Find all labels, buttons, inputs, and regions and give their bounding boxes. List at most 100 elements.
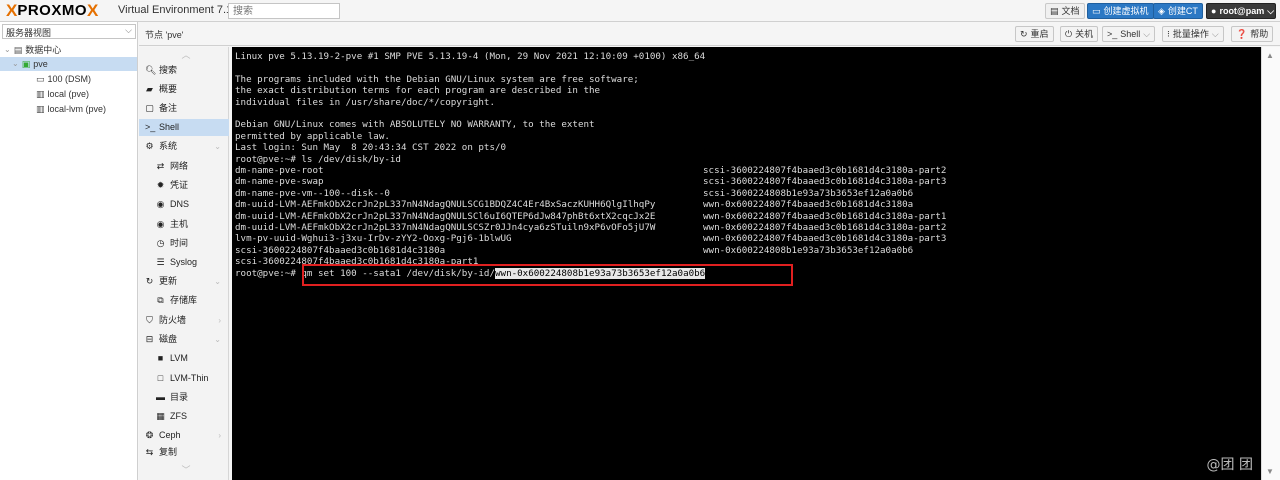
menu-item-replication[interactable]: ⇆ 复制 — [139, 446, 229, 458]
disk-listing-item: dm-uuid-LVM-AEFmkObX2crJn2pL337nN4NdagQN… — [235, 199, 656, 211]
menu-item-search[interactable]: 🔍︎ 搜索 — [139, 62, 229, 79]
shell-button[interactable]: >_ Shell ⌵ — [1102, 26, 1156, 42]
reboot-button[interactable]: ↻ 重启 — [1015, 26, 1054, 42]
menu-item-summary[interactable]: ▰ 概要 — [139, 81, 229, 98]
menu-item-time[interactable]: ◷ 时间 — [139, 235, 229, 252]
book-icon: ▰ — [146, 84, 153, 94]
disk-listing-item: scsi-3600224807f4baaed3c0b1681d4c3180a — [235, 244, 446, 256]
exchange-icon: ⇄ — [156, 161, 165, 171]
menu-item-disks[interactable]: ⊟ 磁盘 ⌄ — [139, 331, 229, 348]
note-icon: ▢ — [145, 103, 154, 113]
create-vm-button[interactable]: ▭ 创建虚拟机 — [1087, 3, 1154, 19]
proxmox-logo: X PROXMO X — [6, 1, 99, 20]
view-selector[interactable]: 服务器视图 ⌵ — [2, 24, 136, 39]
power-icon: ⏻ — [1065, 29, 1073, 39]
menu-item-syslog[interactable]: ☰ Syslog — [139, 254, 229, 271]
tree-item-storage-local-lvm[interactable]: ▥ local-lvm (pve) — [36, 102, 136, 116]
square-outline-icon: □ — [157, 373, 164, 383]
refresh-icon: ↻ — [145, 276, 154, 286]
create-ct-button[interactable]: ◈ 创建CT — [1153, 3, 1203, 19]
menu-item-ceph[interactable]: ❂ Ceph › — [139, 427, 229, 444]
chevron-down-icon: ⌵ — [125, 25, 132, 35]
menu-item-shell[interactable]: >_ Shell — [139, 119, 229, 136]
terminal-icon: >_ — [1107, 29, 1118, 39]
monitor-icon: ▭ — [1092, 6, 1101, 16]
shell-terminal[interactable]: Linux pve 5.13.19-2-pve #1 SMP PVE 5.13.… — [232, 47, 1261, 480]
certificate-icon: ✹ — [156, 180, 165, 190]
docs-button[interactable]: ▤ 文档 — [1045, 3, 1085, 19]
node-online-icon: ▣ — [21, 59, 31, 69]
cube-icon: ◈ — [1158, 6, 1165, 16]
disk-listing-item: scsi-3600224808b1e93a73b3653ef12a0a0b6 — [703, 187, 914, 199]
disk-listing-item: dm-uuid-LVM-AEFmkObX2crJn2pL337nN4NdagQN… — [235, 222, 656, 233]
globe-icon: ◉ — [156, 219, 165, 229]
menu-item-zfs[interactable]: ▦ ZFS — [139, 408, 229, 425]
search-input[interactable] — [228, 3, 340, 19]
search-icon: 🔍︎ — [145, 65, 157, 75]
version-label: Virtual Environment 7.1-7 — [118, 4, 242, 16]
scroll-up-arrow-icon[interactable]: ▲ — [1266, 51, 1274, 60]
vm-monitor-icon: ▭ — [36, 74, 45, 84]
menu-item-updates[interactable]: ↻ 更新 ⌄ — [139, 273, 229, 290]
node-menu: ︿ 🔍︎ 搜索 ▰ 概要 ▢ 备注 >_ Shell ⚙ 系统 ⌄ ⇄ 网络 ✹ 凭证 ◉ DNS… — [139, 47, 229, 480]
bulk-actions-button[interactable]: ⁝ 批量操作 ⌵ — [1162, 26, 1224, 42]
chevron-down-icon: ⌵ — [1211, 29, 1219, 39]
help-button[interactable]: ❓ 帮助 — [1231, 26, 1274, 42]
user-menu-button[interactable]: ● root@pam ⌵ — [1206, 3, 1276, 19]
terminal-line: individual files in /usr/share/doc/*/cop… — [235, 96, 495, 108]
resource-tree-panel: 服务器视图 ⌵ ⌄ ▤ 数据中心 ⌄ ▣ pve ▭ 100 (DSM) ▥ l… — [0, 22, 138, 480]
collapse-icon: ⌄ — [12, 59, 19, 68]
gears-icon: ⚙ — [145, 141, 154, 151]
folder-icon: ▬ — [156, 392, 165, 402]
globe-icon: ◉ — [156, 199, 165, 209]
chevron-right-icon: › — [218, 431, 221, 440]
menu-item-firewall[interactable]: ⛉ 防火墙 › — [139, 312, 229, 329]
highlight-box — [302, 264, 793, 286]
tree-item-datacenter[interactable]: ⌄ ▤ 数据中心 — [4, 43, 136, 57]
chevron-up-icon[interactable]: ︿ — [179, 48, 193, 61]
server-icon: ▤ — [13, 45, 23, 55]
chevron-down-icon: ⌵ — [1267, 6, 1275, 16]
menu-item-lvm-thin[interactable]: □ LVM-Thin — [139, 370, 229, 387]
tree-item-node-pve[interactable]: ⌄ ▣ pve — [0, 57, 137, 71]
menu-item-repositories[interactable]: ⧉ 存储库 — [139, 292, 229, 309]
tree-item-vm-100[interactable]: ▭ 100 (DSM) — [36, 72, 136, 86]
terminal-line: root@pve:~# ls /dev/disk/by-id — [235, 153, 401, 165]
book-icon: ▤ — [1050, 6, 1059, 16]
menu-item-hosts[interactable]: ◉ 主机 — [139, 216, 229, 233]
menu-item-lvm[interactable]: ■ LVM — [139, 350, 229, 367]
disk-listing-item: dm-name-pve-vm--100--disk--0 — [235, 187, 390, 199]
disk-listing-item: dm-uuid-LVM-AEFmkObX2crJn2pL337nN4NdagQN… — [235, 210, 656, 222]
menu-item-system[interactable]: ⚙ 系统 ⌄ — [139, 138, 229, 155]
shell-prompt: root@pve:~# — [235, 267, 302, 279]
menu-item-certificates[interactable]: ✹ 凭证 — [139, 177, 229, 194]
chevron-down-icon[interactable]: ﹀ — [179, 463, 193, 476]
terminal-line: Linux pve 5.13.19-2-pve #1 SMP PVE 5.13.… — [235, 51, 706, 62]
menu-item-directory[interactable]: ▬ 目录 — [139, 389, 229, 406]
menu-item-notes[interactable]: ▢ 备注 — [139, 100, 229, 117]
terminal-scrollbar[interactable]: ▲ ▼ — [1261, 47, 1280, 480]
files-icon: ⧉ — [157, 295, 164, 305]
disk-listing-item: wwn-0x600224807f4baaed3c0b1681d4c3180a-p… — [703, 222, 947, 233]
chevron-down-icon: ⌵ — [1143, 29, 1151, 39]
chevron-down-icon: ⌄ — [214, 277, 221, 286]
top-bar: XPROXMOX Virtual Environment 7.1-7 ▤文档 ▭… — [0, 0, 1280, 22]
terminal-line: Last login: Sun May 8 20:43:34 CST 2022 … — [235, 142, 507, 154]
menu-icon: ⁝ — [1167, 29, 1170, 39]
shield-icon: ⛉ — [146, 315, 153, 325]
menu-item-network[interactable]: ⇄ 网络 — [139, 158, 229, 175]
chevron-down-icon: ⌄ — [214, 335, 221, 344]
storage-icon: ▥ — [36, 104, 45, 114]
tree-item-storage-local[interactable]: ▥ local (pve) — [36, 87, 136, 101]
collapse-icon: ⌄ — [4, 45, 11, 54]
menu-item-dns[interactable]: ◉ DNS — [139, 196, 229, 213]
disk-listing-item: wwn-0x600224807f4baaed3c0b1681d4c3180a — [703, 199, 914, 211]
shutdown-button[interactable]: ⏻ 关机 — [1060, 26, 1099, 42]
list-icon: ☰ — [156, 257, 165, 267]
disk-listing-item: wwn-0x600224808b1e93a73b3653ef12a0a0b6 — [703, 244, 914, 256]
disk-listing-item: dm-name-pve-swap — [235, 176, 324, 188]
clock-icon: ◷ — [156, 238, 165, 248]
scroll-down-arrow-icon[interactable]: ▼ — [1266, 467, 1274, 476]
retweet-icon: ⇆ — [145, 446, 154, 457]
disk-listing-item: wwn-0x600224807f4baaed3c0b1681d4c3180a-p… — [703, 233, 947, 245]
